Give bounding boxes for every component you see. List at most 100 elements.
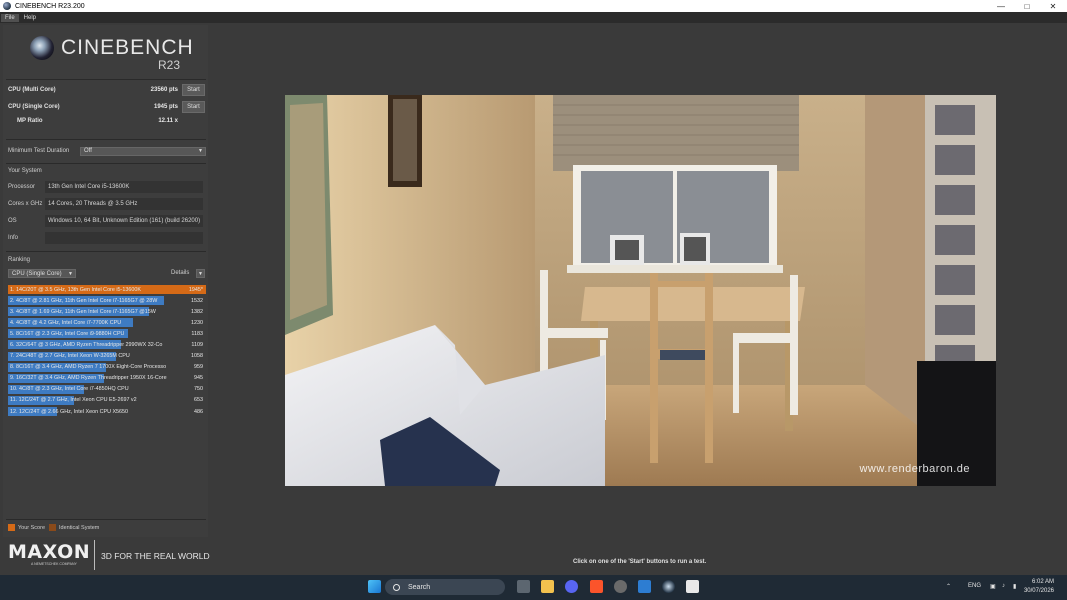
ranking-row[interactable]: 5. 8C/16T @ 2.3 GHz, Intel Core i9-9880H… bbox=[8, 328, 206, 339]
ranking-row[interactable]: 1. 14C/20T @ 3.5 GHz, 13th Gen Intel Cor… bbox=[8, 284, 206, 295]
your-system-heading: Your System bbox=[8, 168, 42, 174]
window-title: CINEBENCH R23.200 bbox=[15, 2, 85, 10]
ranking-row[interactable]: 3. 4C/8T @ 1.69 GHz, 11th Gen Intel Core… bbox=[8, 306, 206, 317]
search-placeholder: Search bbox=[408, 583, 431, 591]
ranking-legend: Your Score Identical System bbox=[8, 524, 99, 531]
tray-overflow-icon[interactable]: ⌃ bbox=[946, 583, 951, 590]
language-indicator[interactable]: ENG bbox=[968, 583, 981, 589]
identical-system-label: Identical System bbox=[59, 524, 100, 531]
room-render-image bbox=[285, 95, 996, 486]
your-score-label: Your Score bbox=[18, 524, 46, 531]
min-test-duration-label: Minimum Test Duration bbox=[8, 148, 70, 154]
os-label: OS bbox=[8, 218, 17, 224]
render-preview: www.renderbaron.de bbox=[285, 95, 996, 486]
ranking-score: 945 bbox=[194, 375, 203, 382]
ranking-cpu-name: 5. 8C/16T @ 2.3 GHz, Intel Core i9-9880H… bbox=[10, 330, 125, 337]
start-menu-icon[interactable] bbox=[368, 580, 381, 593]
divider bbox=[6, 139, 206, 140]
task-manager-icon[interactable] bbox=[638, 580, 651, 593]
divider bbox=[6, 79, 206, 80]
menu-help[interactable]: Help bbox=[20, 14, 40, 22]
min-test-duration-select[interactable]: Off ▼ bbox=[80, 146, 206, 156]
processor-row: Processor 13th Gen Intel Core i5-13600K bbox=[5, 180, 205, 194]
ranking-score: 959 bbox=[194, 364, 203, 371]
your-score-swatch bbox=[8, 524, 15, 531]
os-row: OS Windows 10, 64 Bit, Unknown Edition (… bbox=[5, 214, 205, 228]
ranking-row[interactable]: 8. 8C/16T @ 3.4 GHz, AMD Ryzen 7 1700X E… bbox=[8, 362, 206, 373]
menu-file[interactable]: File bbox=[1, 13, 19, 22]
multi-core-row: CPU (Multi Core) 23560 pts Start bbox=[8, 84, 206, 96]
single-core-score: 1945 pts bbox=[153, 104, 178, 110]
details-toggle-button[interactable]: ▼ bbox=[196, 269, 205, 278]
ranking-cpu-name: 8. 8C/16T @ 3.4 GHz, AMD Ryzen 7 1700X E… bbox=[10, 364, 167, 371]
maximize-button[interactable]: □ bbox=[1014, 0, 1040, 12]
ranking-score: 486 bbox=[194, 408, 203, 415]
volume-icon[interactable]: ♪ bbox=[1002, 583, 1005, 589]
identical-system-swatch bbox=[49, 524, 57, 531]
ranking-cpu-name: 9. 16C/32T @ 3.4 GHz, AMD Ryzen Threadri… bbox=[10, 375, 167, 382]
maxon-logo: MAXON bbox=[8, 541, 91, 563]
ranking-score: 653 bbox=[194, 397, 203, 404]
ranking-cpu-name: 3. 4C/8T @ 1.69 GHz, 11th Gen Intel Core… bbox=[10, 308, 156, 315]
logo-version: R23 bbox=[158, 58, 181, 72]
brave-browser-icon[interactable] bbox=[590, 580, 603, 593]
network-icon[interactable]: ▣ bbox=[990, 583, 996, 590]
cores-row: Cores x GHz 14 Cores, 20 Threads @ 3.5 G… bbox=[5, 197, 205, 211]
ranking-row[interactable]: 10. 4C/8T @ 2.3 GHz, Intel Core i7-4850H… bbox=[8, 384, 206, 395]
chevron-down-icon: ▼ bbox=[68, 270, 73, 277]
brand-divider bbox=[94, 540, 95, 570]
divider bbox=[6, 251, 206, 252]
details-label: Details bbox=[171, 270, 190, 276]
single-core-label: CPU (Single Core) bbox=[8, 104, 60, 110]
file-explorer-icon[interactable] bbox=[541, 580, 554, 593]
ranking-row[interactable]: 11. 12C/24T @ 2.7 GHz, Intel Xeon CPU E5… bbox=[8, 395, 206, 406]
taskbar bbox=[0, 575, 1067, 600]
cinebench-sphere-icon bbox=[30, 36, 54, 60]
minimize-button[interactable]: — bbox=[988, 0, 1014, 12]
ranking-cpu-name: 10. 4C/8T @ 2.3 GHz, Intel Core i7-4850H… bbox=[10, 386, 129, 393]
close-button[interactable]: ✕ bbox=[1040, 0, 1066, 12]
taskbar-search-input[interactable]: Search bbox=[385, 579, 505, 595]
info-row: Info bbox=[5, 231, 205, 245]
ranking-score: 1183 bbox=[191, 330, 203, 337]
ranking-filter-value: CPU (Single Core) bbox=[12, 270, 62, 277]
task-view-icon[interactable] bbox=[517, 580, 530, 593]
single-core-start-button[interactable]: Start bbox=[182, 101, 205, 113]
cinebench-taskbar-icon[interactable] bbox=[662, 580, 675, 593]
ranking-row[interactable]: 2. 4C/8T @ 2.81 GHz, 11th Gen Intel Core… bbox=[8, 295, 206, 306]
title-bar: CINEBENCH R23.200 — □ ✕ bbox=[0, 0, 1067, 12]
info-field[interactable] bbox=[45, 232, 203, 244]
ranking-cpu-name: 4. 4C/8T @ 4.2 GHz, Intel Core i7-7700K … bbox=[10, 319, 122, 326]
logo-name: CINEBENCH bbox=[61, 36, 194, 59]
cores-label: Cores x GHz bbox=[8, 201, 43, 207]
clock-date: 30/07/2026 bbox=[1023, 588, 1054, 594]
mp-ratio-row: MP Ratio 12.11 x bbox=[8, 115, 206, 127]
ranking-score: 1532 bbox=[191, 297, 203, 304]
ranking-cpu-name: 2. 4C/8T @ 2.81 GHz, 11th Gen Intel Core… bbox=[10, 297, 158, 304]
ranking-heading: Ranking bbox=[8, 257, 31, 263]
ranking-filter-select[interactable]: CPU (Single Core) ▼ bbox=[8, 269, 76, 278]
os-value: Windows 10, 64 Bit, Unknown Edition (161… bbox=[45, 215, 203, 227]
ranking-cpu-name: 12. 12C/24T @ 2.66 GHz, Intel Xeon CPU X… bbox=[10, 408, 129, 415]
min-test-duration-value: Off bbox=[84, 148, 92, 154]
taskbar-clock[interactable]: 6:02 AM 30/07/2026 bbox=[1008, 578, 1054, 596]
ranking-row[interactable]: 9. 16C/32T @ 3.4 GHz, AMD Ryzen Threadri… bbox=[8, 373, 206, 384]
steam-icon[interactable] bbox=[614, 580, 627, 593]
ranking-score: 1058 bbox=[191, 353, 203, 360]
info-label: Info bbox=[8, 235, 19, 241]
ranking-row[interactable]: 4. 4C/8T @ 4.2 GHz, Intel Core i7-7700K … bbox=[8, 317, 206, 328]
ranking-row[interactable]: 6. 32C/64T @ 3 GHz, AMD Ryzen Threadripp… bbox=[8, 339, 206, 350]
multi-core-start-button[interactable]: Start bbox=[182, 84, 205, 96]
multi-core-label: CPU (Multi Core) bbox=[8, 87, 56, 93]
ranking-row[interactable]: 12. 12C/24T @ 2.66 GHz, Intel Xeon CPU X… bbox=[8, 406, 206, 417]
chevron-down-icon: ▼ bbox=[198, 148, 203, 154]
discord-icon[interactable] bbox=[565, 580, 578, 593]
ranking-list: 1. 14C/20T @ 3.5 GHz, 13th Gen Intel Cor… bbox=[8, 284, 206, 417]
menu-bar: File Help bbox=[0, 12, 1067, 23]
search-icon bbox=[393, 583, 400, 591]
brand-tagline: 3D FOR THE REAL WORLD bbox=[101, 551, 210, 561]
clock-time: 6:02 AM bbox=[1031, 579, 1054, 585]
snipping-tool-icon[interactable] bbox=[686, 580, 699, 593]
ranking-row[interactable]: 7. 24C/48T @ 2.7 GHz, Intel Xeon W-3265M… bbox=[8, 351, 206, 362]
mp-ratio-value: 12.11 x bbox=[158, 118, 178, 124]
